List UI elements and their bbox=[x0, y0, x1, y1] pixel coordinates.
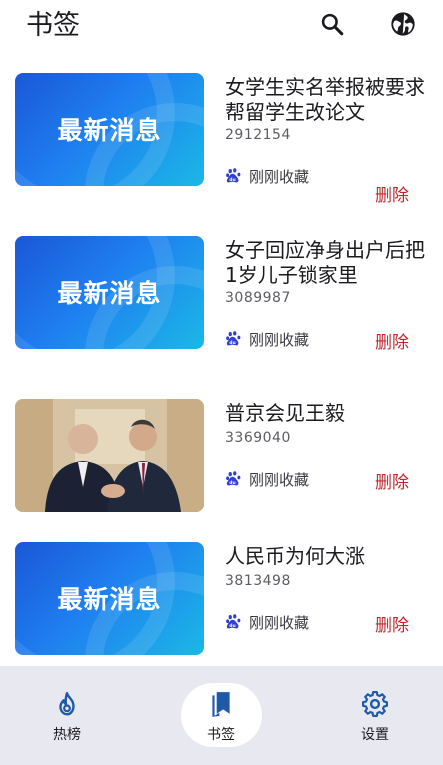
news-thumbnail[interactable]: 最新消息 bbox=[15, 236, 204, 349]
bookmark-source-label: 刚刚收藏 bbox=[249, 613, 310, 632]
nav-item-hot[interactable]: 热榜 bbox=[12, 666, 122, 765]
thumbnail-text: 最新消息 bbox=[57, 116, 162, 145]
news-thumbnail[interactable]: 最新消息 bbox=[15, 542, 204, 655]
delete-button[interactable]: 删除 bbox=[375, 468, 409, 493]
svg-text:du: du bbox=[229, 340, 235, 346]
nav-item-settings[interactable]: 设置 bbox=[320, 666, 430, 765]
thumbnail-text: 最新消息 bbox=[57, 585, 162, 614]
bookmark-source-label: 刚刚收藏 bbox=[249, 167, 310, 186]
bookmark-title[interactable]: 女子回应净身出户后把1岁儿子锁家里 bbox=[225, 238, 425, 288]
app-bar: 书签 bbox=[0, 0, 443, 56]
globe-icon[interactable] bbox=[389, 10, 417, 38]
nav-item-label: 书签 bbox=[207, 727, 235, 743]
bookmark-title[interactable]: 普京会见王毅 bbox=[225, 401, 425, 426]
bookmark-card[interactable]: 最新消息 女学生实名举报被要求帮留学生改论文 2912154 du 刚刚收藏 删… bbox=[0, 73, 443, 206]
nav-item-label: 设置 bbox=[361, 727, 389, 743]
bottom-navigation: 热榜 书签 设置 bbox=[0, 666, 443, 765]
bookmark-id: 3813498 bbox=[225, 573, 291, 589]
page-title: 书签 bbox=[26, 10, 80, 41]
search-icon[interactable] bbox=[318, 10, 346, 38]
svg-text:du: du bbox=[229, 177, 235, 183]
bookmark-id: 2912154 bbox=[225, 127, 291, 143]
bookmark-source: du 刚刚收藏 bbox=[225, 165, 309, 187]
bookmark-id: 3369040 bbox=[225, 430, 291, 446]
baidu-paw-icon: du bbox=[225, 613, 243, 631]
bookmark-card[interactable]: 最新消息 人民币为何大涨 3813498 du 刚刚收藏 删除 bbox=[0, 542, 443, 656]
baidu-paw-icon: du bbox=[225, 470, 243, 488]
svg-text:du: du bbox=[229, 480, 235, 486]
thumbnail-text: 最新消息 bbox=[57, 279, 162, 308]
delete-button[interactable]: 删除 bbox=[375, 181, 409, 206]
bookmark-source: du 刚刚收藏 bbox=[225, 468, 309, 490]
gear-icon bbox=[361, 690, 389, 718]
bookmark-source: du 刚刚收藏 bbox=[225, 611, 309, 633]
fire-icon bbox=[53, 690, 81, 718]
delete-button[interactable]: 删除 bbox=[375, 611, 409, 636]
bookmark-source-label: 刚刚收藏 bbox=[249, 330, 310, 349]
bookmark-icon bbox=[207, 690, 235, 718]
nav-item-bookmarks[interactable]: 书签 bbox=[166, 666, 276, 765]
bookmark-card[interactable]: 普京会见王毅 3369040 du 刚刚收藏 删除 bbox=[0, 399, 443, 513]
bookmark-title[interactable]: 人民币为何大涨 bbox=[225, 544, 425, 569]
bookmark-id: 3089987 bbox=[225, 290, 291, 306]
delete-button[interactable]: 删除 bbox=[375, 328, 409, 353]
bookmark-title[interactable]: 女学生实名举报被要求帮留学生改论文 bbox=[225, 75, 425, 125]
bookmark-source: du 刚刚收藏 bbox=[225, 328, 309, 350]
baidu-paw-icon: du bbox=[225, 330, 243, 348]
nav-item-label: 热榜 bbox=[53, 727, 81, 743]
baidu-paw-icon: du bbox=[225, 167, 243, 185]
bookmark-card[interactable]: 最新消息 女子回应净身出户后把1岁儿子锁家里 3089987 du 刚刚收藏 删… bbox=[0, 236, 443, 353]
news-thumbnail[interactable]: 最新消息 bbox=[15, 73, 204, 186]
bookmark-source-label: 刚刚收藏 bbox=[249, 470, 310, 489]
photo-thumbnail[interactable] bbox=[15, 399, 204, 512]
svg-text:du: du bbox=[229, 623, 235, 629]
